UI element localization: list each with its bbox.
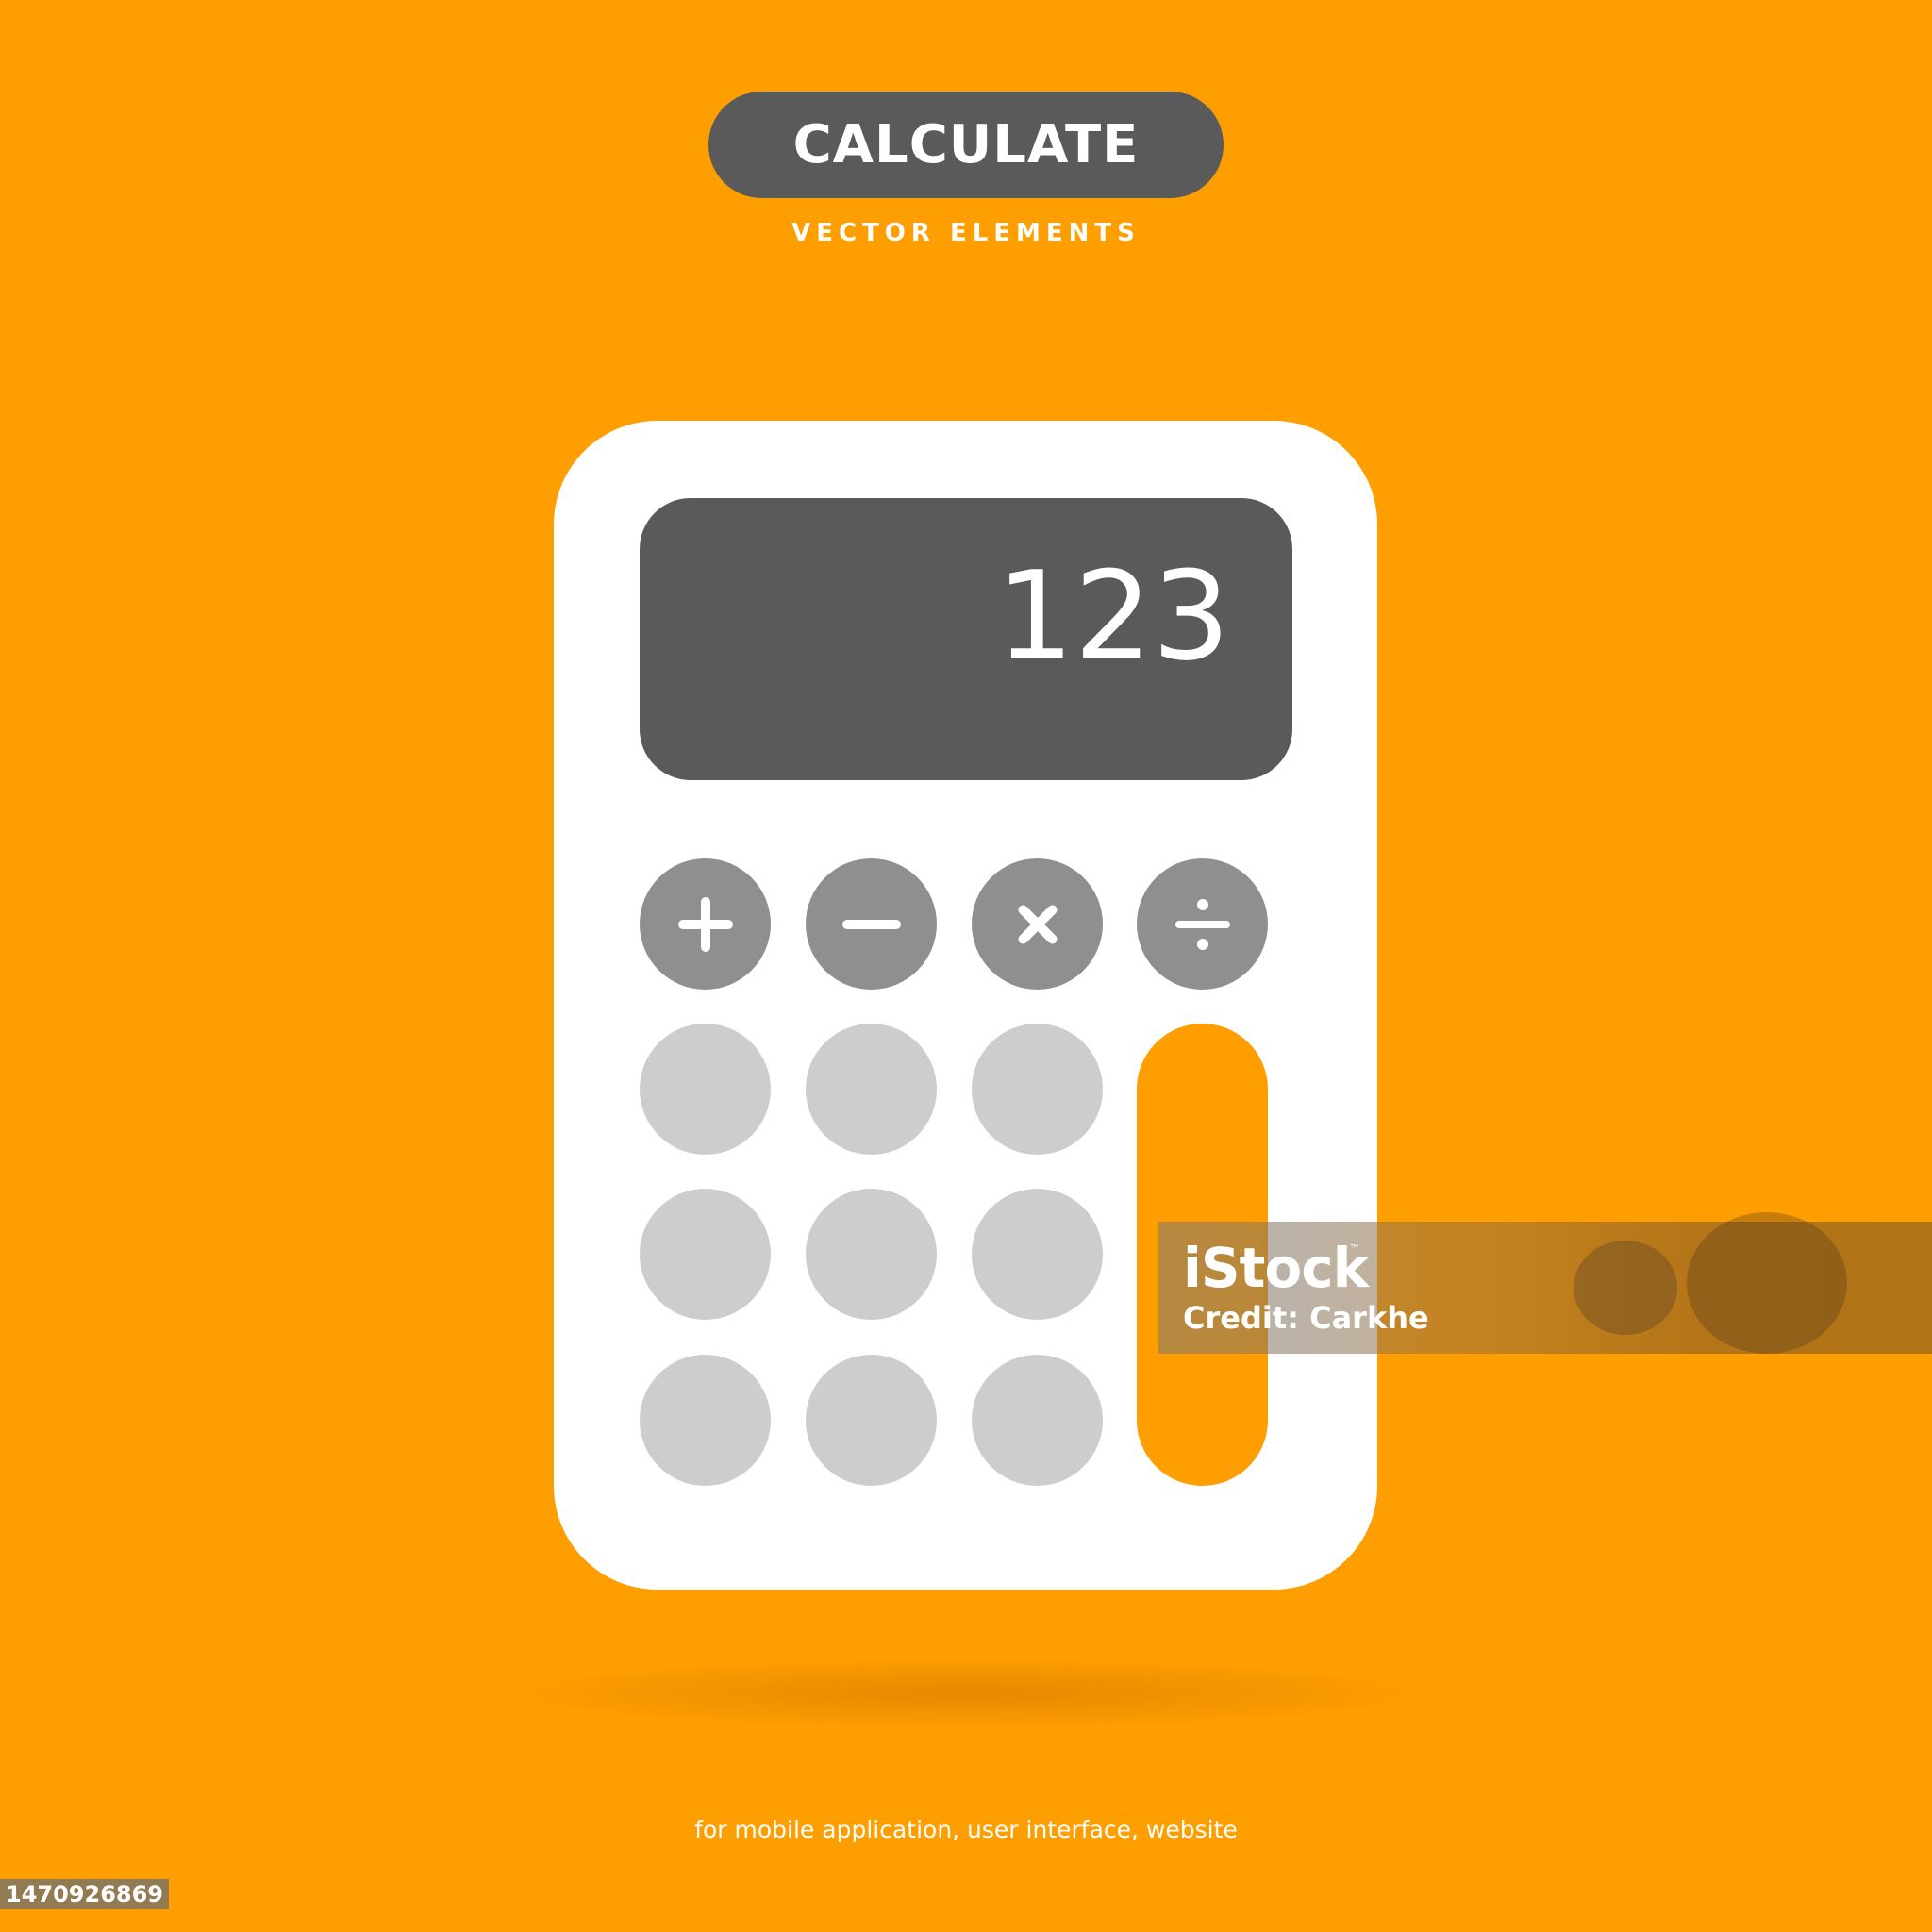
multiply-key[interactable] xyxy=(972,858,1103,990)
calculator-shadow xyxy=(528,1660,1404,1726)
number-key[interactable] xyxy=(806,1189,937,1320)
number-key[interactable] xyxy=(806,1024,937,1155)
plus-icon xyxy=(677,896,733,952)
divide-icon xyxy=(1174,898,1230,950)
number-key[interactable] xyxy=(640,1024,771,1155)
number-key[interactable] xyxy=(640,1355,771,1486)
minus-icon xyxy=(841,919,901,929)
watermark-logo: iStock xyxy=(1183,1236,1369,1300)
caption-text: for mobile application, user interface, … xyxy=(694,1816,1238,1843)
number-key[interactable] xyxy=(806,1355,937,1486)
number-key[interactable] xyxy=(972,1189,1103,1320)
minus-key[interactable] xyxy=(806,858,937,990)
title-badge: CALCULATE xyxy=(708,92,1224,198)
watermark-trademark: ™ xyxy=(1349,1242,1360,1256)
watermark-texture xyxy=(1574,1241,1677,1335)
image-id-label: 1470926869 xyxy=(0,1879,169,1909)
divide-key[interactable] xyxy=(1137,858,1268,990)
watermark-credit: Credit: Carkhe xyxy=(1183,1300,1429,1336)
number-key[interactable] xyxy=(972,1024,1103,1155)
watermark-texture xyxy=(1687,1212,1847,1354)
page-subtitle: VECTOR ELEMENTS xyxy=(791,219,1141,247)
number-key[interactable] xyxy=(972,1355,1103,1486)
calculator-display: 123 xyxy=(640,498,1292,780)
page-title: CALCULATE xyxy=(792,114,1140,175)
display-value: 123 xyxy=(995,544,1230,688)
istock-watermark: iStock ™ Credit: Carkhe xyxy=(1158,1212,1932,1354)
plus-key[interactable] xyxy=(640,858,771,990)
multiply-icon xyxy=(1017,904,1058,944)
number-key[interactable] xyxy=(640,1189,771,1320)
